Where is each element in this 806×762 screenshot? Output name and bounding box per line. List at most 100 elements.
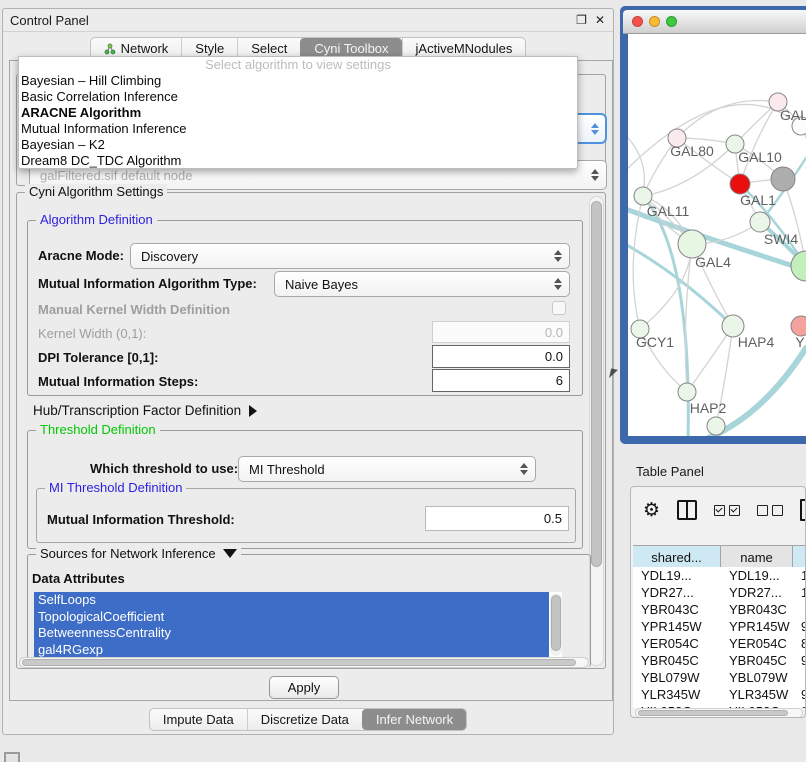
deselect-all-checkboxes-icon[interactable]: [757, 505, 783, 516]
network-node-label: GAL1: [740, 192, 776, 208]
network-edge: [740, 102, 778, 184]
mi-algorithm-type-value: Naive Bayes: [285, 277, 358, 292]
network-node[interactable]: [791, 251, 806, 281]
table-hscrollbar-thumb[interactable]: [638, 710, 788, 716]
table-cell: YLR345W: [721, 686, 793, 703]
dpi-tolerance-input[interactable]: 0.0: [432, 345, 570, 368]
hub-definition-expander[interactable]: Hub/Transcription Factor Definition: [33, 403, 257, 418]
network-node-label: GAL: [780, 107, 806, 123]
table-panel-title: Table Panel: [636, 464, 704, 479]
table-body: YDL19...YDL19...13YDR27...YDR27...12YBR0…: [633, 567, 806, 708]
minimize-traffic-light-icon[interactable]: [649, 16, 660, 27]
network-edge: [628, 133, 644, 196]
float-window-icon[interactable]: ❐: [576, 13, 587, 27]
control-panel-titlebar: Control Panel ❐ ✕: [3, 9, 613, 32]
collapsed-panel-icon[interactable]: [4, 752, 20, 762]
table-cell: YBR043C: [633, 601, 721, 618]
table-hscrollbar[interactable]: [635, 708, 803, 718]
gear-icon[interactable]: ⚙: [643, 501, 660, 520]
table-row[interactable]: YPR145WYPR145W9.: [633, 618, 806, 635]
mi-threshold-value: 0.5: [544, 511, 562, 526]
algorithm-option[interactable]: Bayesian – Hill Climbing: [19, 73, 577, 89]
table-cell: YER054C: [721, 635, 793, 652]
sources-group-title: Sources for Network Inference: [40, 546, 216, 561]
network-node[interactable]: [678, 383, 696, 401]
columns-icon[interactable]: [677, 500, 697, 520]
network-node[interactable]: [750, 212, 770, 232]
sources-group-legend[interactable]: Sources for Network Inference: [36, 546, 241, 561]
data-attributes-list[interactable]: SelfLoopsTopologicalCoefficientBetweenne…: [34, 592, 562, 658]
kernel-width-input[interactable]: 0.0: [432, 321, 570, 343]
table-row[interactable]: YDR27...YDR27...12: [633, 584, 806, 601]
algorithm-option[interactable]: ARACNE Algorithm: [19, 105, 577, 121]
mi-steps-input[interactable]: 6: [432, 369, 570, 392]
data-attribute-item[interactable]: SelfLoops: [34, 592, 549, 609]
close-traffic-light-icon[interactable]: [632, 16, 643, 27]
network-window-titlebar[interactable]: [623, 10, 806, 34]
tab-infer-network[interactable]: Infer Network: [362, 709, 466, 730]
select-all-checkboxes-icon[interactable]: [714, 505, 740, 516]
algorithm-option[interactable]: Bayesian – K2: [19, 137, 577, 153]
hub-definition-label: Hub/Transcription Factor Definition: [33, 403, 241, 418]
network-node-label: HAP2: [690, 400, 727, 416]
network-node[interactable]: [730, 174, 750, 194]
document-icon[interactable]: [800, 499, 806, 521]
which-threshold-label: Which threshold to use:: [90, 461, 238, 476]
settings-hscrollbar[interactable]: [19, 657, 589, 668]
table-row[interactable]: YBR043CYBR043C: [633, 601, 806, 618]
tab-impute-data[interactable]: Impute Data: [150, 709, 247, 730]
network-node[interactable]: [791, 316, 806, 336]
aracne-mode-combobox[interactable]: Discovery: [130, 243, 570, 269]
table-cell: YBL079W: [721, 669, 793, 686]
algorithm-option[interactable]: Dream8 DC_TDC Algorithm: [19, 153, 577, 169]
which-threshold-combobox[interactable]: MI Threshold: [238, 456, 536, 482]
algorithm-option[interactable]: Mutual Information Inference: [19, 121, 577, 137]
network-node-label: GAL11: [647, 203, 690, 219]
attributes-scrollbar[interactable]: [550, 593, 562, 656]
table-column-header[interactable]: name: [721, 546, 793, 568]
network-canvas[interactable]: GALGAL80GAL10GAL1GAL11SWI4GAL4GCY1HAP4YH…: [628, 34, 806, 436]
tab-label: Style: [195, 41, 224, 56]
data-attributes-label: Data Attributes: [32, 571, 125, 586]
network-node-label: GAL4: [695, 254, 731, 270]
zoom-traffic-light-icon[interactable]: [666, 16, 677, 27]
apply-button[interactable]: Apply: [269, 676, 339, 699]
mi-threshold-input[interactable]: 0.5: [425, 506, 569, 531]
mi-algorithm-type-combobox[interactable]: Naive Bayes: [274, 271, 570, 297]
data-attribute-item[interactable]: gal4RGexp: [34, 642, 549, 659]
settings-scrollbar-thumb[interactable]: [591, 201, 602, 567]
network-view-window: GALGAL80GAL10GAL1GAL11SWI4GAL4GCY1HAP4YH…: [620, 6, 806, 444]
network-node-label: SWI4: [764, 231, 798, 247]
table-row[interactable]: YBL079WYBL079W: [633, 669, 806, 686]
chevron-right-icon: [249, 405, 257, 417]
settings-scrollbar[interactable]: [589, 196, 604, 666]
network-node[interactable]: [771, 167, 795, 191]
network-svg: GALGAL80GAL10GAL1GAL11SWI4GAL4GCY1HAP4YH…: [628, 34, 806, 436]
kernel-width-value: 0.0: [545, 325, 563, 340]
network-edge: [687, 326, 733, 392]
combo-arrows-icon: [520, 463, 528, 475]
close-icon[interactable]: ✕: [595, 13, 605, 27]
settings-hscrollbar-thumb[interactable]: [22, 659, 576, 666]
table-column-header[interactable]: shared...: [633, 546, 721, 568]
data-attribute-item[interactable]: TopologicalCoefficient: [34, 609, 549, 626]
table-row[interactable]: YER054CYER054C8.: [633, 635, 806, 652]
screen: Control Panel ❐ ✕ NetworkStyleSelectCyni…: [0, 0, 806, 762]
algorithm-option[interactable]: Basic Correlation Inference: [19, 89, 577, 105]
combo-arrows-icon: [591, 123, 599, 135]
attributes-scrollbar-thumb[interactable]: [551, 595, 561, 651]
mi-algorithm-type-label: Mutual Information Algorithm Type:: [38, 276, 257, 291]
table-cell: YDR27...: [721, 584, 793, 601]
table-row[interactable]: YDL19...YDL19...13: [633, 567, 806, 584]
data-attribute-item[interactable]: BetweennessCentrality: [34, 625, 549, 642]
manual-kernel-width-checkbox[interactable]: [552, 301, 566, 315]
tab-discretize-data[interactable]: Discretize Data: [247, 709, 362, 730]
network-node[interactable]: [707, 417, 725, 435]
table-row[interactable]: YBR045CYBR045C9.: [633, 652, 806, 669]
table-row[interactable]: YLR345WYLR345W9.: [633, 686, 806, 703]
table-column-header[interactable]: [793, 546, 806, 568]
bottom-tabs: Impute DataDiscretize DataInfer Network: [149, 708, 467, 731]
combo-arrows-icon: [554, 278, 562, 290]
network-edge: [685, 348, 806, 436]
aracne-mode-label: Aracne Mode:: [38, 248, 124, 263]
